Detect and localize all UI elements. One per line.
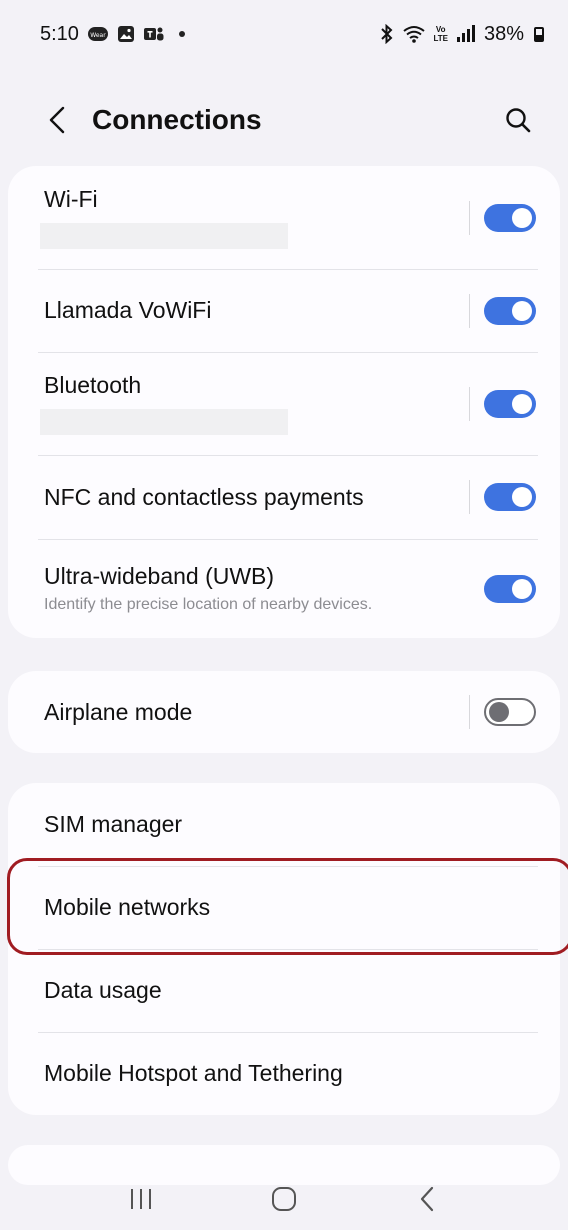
nfc-toggle[interactable] <box>484 483 536 511</box>
sim-manager-row[interactable]: SIM manager <box>8 783 560 866</box>
vowifi-row[interactable]: Llamada VoWiFi <box>8 269 560 352</box>
hotspot-row[interactable]: Mobile Hotspot and Tethering <box>8 1032 560 1115</box>
gallery-icon <box>117 25 135 43</box>
status-bar: 5:10 Wear Vo LTE 38% <box>0 0 568 68</box>
notification-dot <box>178 31 185 37</box>
toggle-knob <box>512 393 532 414</box>
airplane-text: Airplane mode <box>44 699 469 726</box>
airplane-card: Airplane mode <box>8 671 560 753</box>
bluetooth-row[interactable]: Bluetooth <box>8 352 560 455</box>
toggle-knob <box>512 487 532 507</box>
search-icon <box>506 108 531 133</box>
recent-apps-button[interactable] <box>111 1174 171 1224</box>
toggle-knob <box>512 300 532 321</box>
connections-screen: 5:10 Wear Vo LTE 38% Connections Wi-Fi L… <box>0 0 568 1230</box>
volte-icon: Vo LTE <box>433 25 448 43</box>
vowifi-toggle[interactable] <box>484 296 536 325</box>
uwb-row[interactable]: Ultra-wideband (UWB) Identify the precis… <box>8 539 560 638</box>
svg-text:Wear: Wear <box>90 32 106 39</box>
hotspot-label: Mobile Hotspot and Tethering <box>44 1060 343 1086</box>
divider <box>469 695 470 729</box>
sim-manager-label: SIM manager <box>44 811 183 837</box>
teams-icon <box>143 25 165 43</box>
uwb-label: Ultra-wideband (UWB) <box>44 563 275 589</box>
divider <box>469 386 470 421</box>
bluetooth-label: Bluetooth <box>44 372 142 398</box>
home-button[interactable] <box>254 1174 314 1224</box>
bluetooth-device-redacted <box>40 409 288 435</box>
vowifi-label: Llamada VoWiFi <box>44 297 212 323</box>
battery-icon <box>534 26 544 42</box>
bluetooth-text: Bluetooth <box>40 372 469 435</box>
divider <box>469 200 470 235</box>
wifi-network-redacted <box>40 223 288 249</box>
divider <box>469 293 470 328</box>
nfc-label: NFC and contactless payments <box>44 483 364 510</box>
volte-bottom-label: LTE <box>433 34 448 43</box>
wifi-icon <box>403 24 426 44</box>
page-title: Connections <box>92 104 262 135</box>
recents-icon <box>131 1189 152 1209</box>
app-bar: Connections <box>0 90 568 150</box>
status-right: Vo LTE 38% <box>379 23 544 46</box>
toggle-knob <box>512 207 532 228</box>
nfc-row[interactable]: NFC and contactless payments <box>8 455 560 539</box>
wear-icon: Wear <box>87 25 109 43</box>
divider <box>469 480 470 514</box>
airplane-label: Airplane mode <box>44 698 193 725</box>
wifi-toggle[interactable] <box>484 203 536 232</box>
wifi-row[interactable]: Wi-Fi <box>8 166 560 269</box>
back-icon <box>420 1186 433 1212</box>
airplane-row[interactable]: Airplane mode <box>8 671 560 753</box>
vowifi-text: Llamada VoWiFi <box>44 297 469 324</box>
navigation-bar <box>0 1168 568 1230</box>
uwb-sublabel: Identify the precise location of nearby … <box>44 596 373 613</box>
data-usage-label: Data usage <box>44 977 162 1003</box>
battery-percent: 38% <box>483 22 524 45</box>
home-icon <box>271 1187 296 1211</box>
chevron-left-icon <box>49 106 65 134</box>
nav-back-button[interactable] <box>397 1174 457 1224</box>
data-usage-row[interactable]: Data usage <box>8 949 560 1032</box>
volte-top-label: Vo <box>435 25 446 34</box>
status-left: 5:10 Wear <box>40 23 185 46</box>
network-card: SIM manager Mobile networks Data usage M… <box>8 783 560 1115</box>
uwb-text: Ultra-wideband (UWB) Identify the precis… <box>44 563 484 614</box>
toggle-knob <box>489 702 509 722</box>
wifi-text: Wi-Fi <box>40 186 469 249</box>
mobile-networks-label: Mobile networks <box>44 894 211 920</box>
bluetooth-icon <box>379 24 395 44</box>
search-button[interactable] <box>498 100 538 140</box>
toggle-knob <box>512 578 532 599</box>
wifi-label: Wi-Fi <box>44 186 98 212</box>
signal-icon <box>456 25 476 43</box>
airplane-toggle[interactable] <box>484 698 536 726</box>
back-button[interactable] <box>40 103 74 137</box>
uwb-toggle[interactable] <box>484 574 536 603</box>
mobile-networks-row[interactable]: Mobile networks <box>8 866 560 949</box>
status-time: 5:10 <box>40 22 79 45</box>
connectivity-card: Wi-Fi Llamada VoWiFi Bluetooth NFC and c… <box>8 166 560 638</box>
nfc-text: NFC and contactless payments <box>44 484 469 511</box>
bluetooth-toggle[interactable] <box>484 389 536 418</box>
